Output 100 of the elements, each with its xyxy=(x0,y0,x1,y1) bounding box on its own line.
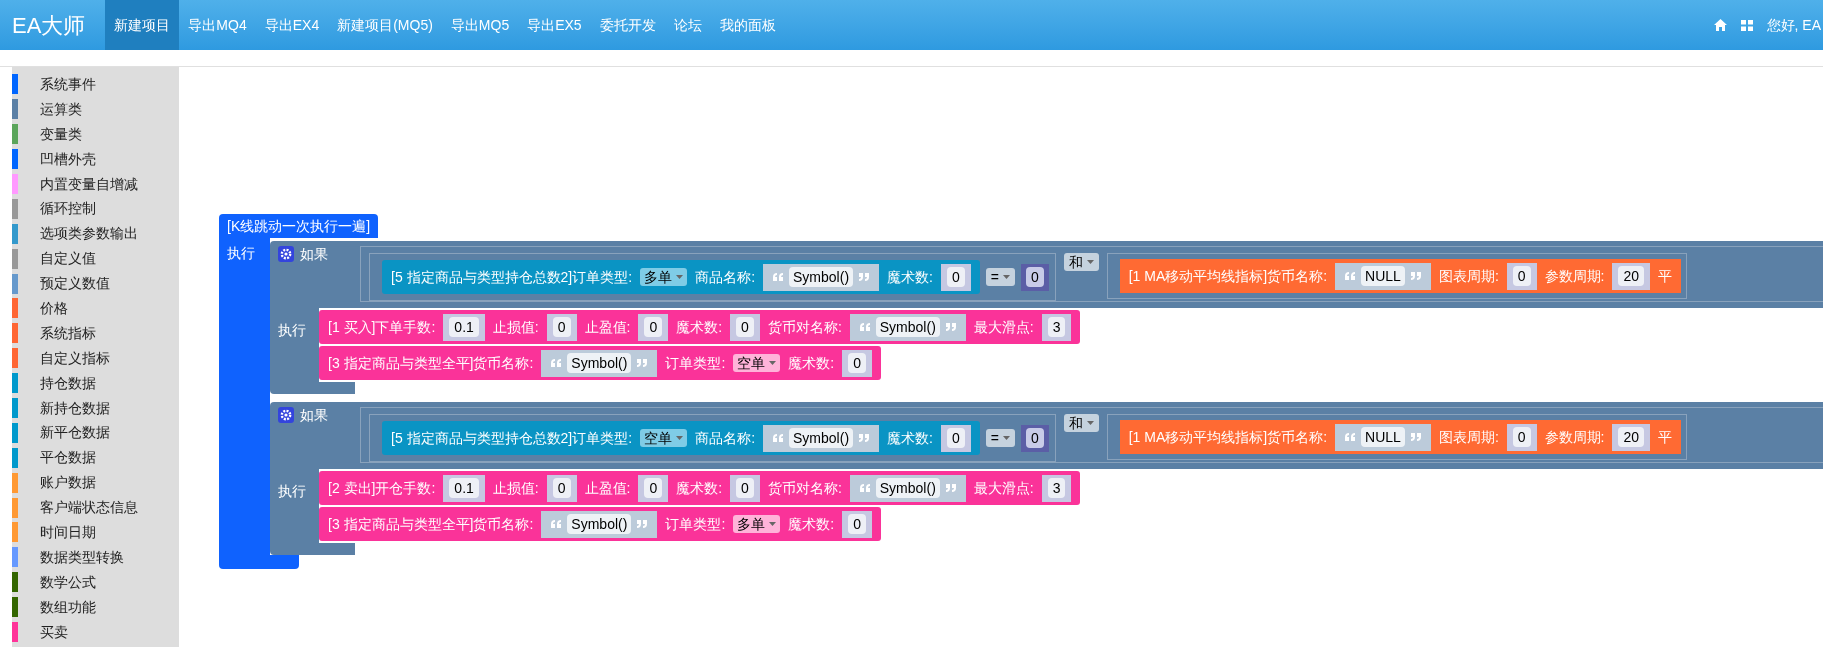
dropdown-field[interactable]: = xyxy=(985,268,1015,286)
sidebar-item[interactable]: 账户数据 xyxy=(12,470,179,496)
block-label: 货币对名称: xyxy=(767,317,842,337)
caret-icon xyxy=(676,436,684,440)
number-field[interactable]: 0.1 xyxy=(449,478,479,498)
string-field[interactable]: Symbol() xyxy=(875,478,940,498)
close-quote-icon xyxy=(637,520,648,528)
number-field[interactable]: 0 xyxy=(736,317,754,337)
number-field[interactable]: 0 xyxy=(946,267,965,287)
gear-icon[interactable] xyxy=(278,407,294,423)
block-label: 图表周期: xyxy=(1438,266,1499,286)
number-field[interactable]: 3 xyxy=(1047,478,1066,498)
dropdown-field[interactable]: 空单 xyxy=(733,354,781,372)
sidebar-item[interactable]: 运算类 xyxy=(12,96,179,122)
grid-icon[interactable] xyxy=(1740,19,1753,31)
block-label: [1 买入]下单手数: xyxy=(328,317,436,337)
number-field[interactable]: 0 xyxy=(644,478,663,498)
open-quote-icon xyxy=(1345,433,1356,441)
sidebar-item[interactable]: 数组功能 xyxy=(12,594,179,620)
block-label: 参数周期: xyxy=(1544,266,1605,286)
block-label: 商品名称: xyxy=(695,267,756,287)
block-label: 图表周期: xyxy=(1438,427,1499,447)
caret-icon xyxy=(1002,436,1010,440)
gear-icon[interactable] xyxy=(278,246,294,262)
dropdown-field[interactable]: 和 xyxy=(1063,414,1099,432)
sidebar-item[interactable]: 数学公式 xyxy=(12,569,179,595)
close-quote-icon xyxy=(945,484,956,492)
string-field[interactable]: NULL xyxy=(1361,427,1405,447)
sidebar-item[interactable]: 内置变量自增减 xyxy=(12,171,179,197)
block-label: [3 指定商品与类型全平]货币名称: xyxy=(328,514,534,534)
sidebar-item[interactable]: 买卖 xyxy=(12,619,179,645)
block-label: 参数周期: xyxy=(1544,427,1605,447)
sidebar-item[interactable]: 新平仓数据 xyxy=(12,420,179,446)
string-field[interactable]: Symbol() xyxy=(875,317,940,337)
number-field[interactable]: 0 xyxy=(1512,427,1531,447)
number-field[interactable]: 0 xyxy=(1025,428,1044,448)
block-label: 魔术数: xyxy=(788,514,835,534)
dropdown-field[interactable]: 多单 xyxy=(733,515,781,533)
number-field[interactable]: 0 xyxy=(848,353,866,373)
sidebar-item[interactable]: 预定义数值 xyxy=(12,271,179,296)
number-field[interactable]: 0 xyxy=(1512,266,1531,286)
number-field[interactable]: 0 xyxy=(848,514,866,534)
block-label: [1 MA移动平均线指标]货币名称: xyxy=(1128,266,1328,286)
number-field[interactable]: 0 xyxy=(1025,267,1044,287)
number-field[interactable]: 20 xyxy=(1618,427,1645,447)
string-field[interactable]: Symbol() xyxy=(567,514,632,534)
block-label: 魔术数: xyxy=(887,428,933,448)
number-field[interactable]: 0 xyxy=(552,478,571,498)
sidebar-item[interactable]: 持仓数据 xyxy=(12,370,179,396)
block-label: 最大滑点: xyxy=(973,317,1034,337)
sidebar-item[interactable]: 凹槽外壳 xyxy=(12,146,179,172)
open-quote-icon xyxy=(773,434,784,442)
sidebar-item[interactable]: 数据类型转换 xyxy=(12,544,179,570)
number-field[interactable]: 0 xyxy=(946,428,965,448)
sidebar-item[interactable]: 变量类 xyxy=(12,121,179,147)
block-label: 订单类型: xyxy=(665,514,726,534)
sidebar-item[interactable]: 新持仓数据 xyxy=(12,395,179,421)
caret-icon xyxy=(769,522,777,526)
block-label: [5 指定商品与类型持仓总数2]订单类型: xyxy=(391,267,633,287)
sidebar-item[interactable]: 时间日期 xyxy=(12,520,179,545)
sidebar-item[interactable]: 系统事件 xyxy=(12,72,179,97)
sidebar-item[interactable]: 自定义指标 xyxy=(12,345,179,371)
string-field[interactable]: Symbol() xyxy=(789,428,854,448)
open-quote-icon xyxy=(773,273,784,281)
sidebar-item[interactable]: 客户端状态信息 xyxy=(12,495,179,521)
number-field[interactable]: 0 xyxy=(552,317,571,337)
number-field[interactable]: 3 xyxy=(1047,317,1066,337)
open-quote-icon xyxy=(859,484,870,492)
block-label: [3 指定商品与类型全平]货币名称: xyxy=(328,353,534,373)
block-label: 执行 xyxy=(227,245,255,261)
number-field[interactable]: 0 xyxy=(736,478,754,498)
event-block-header: [K线跳动一次执行一遍] xyxy=(219,214,379,238)
sidebar-item[interactable]: 平仓数据 xyxy=(12,445,179,471)
number-field[interactable]: 0.1 xyxy=(449,317,479,337)
dropdown-field[interactable]: = xyxy=(985,429,1015,447)
block-label: [1 MA移动平均线指标]货币名称: xyxy=(1128,427,1328,447)
dropdown-field[interactable]: 空单 xyxy=(640,429,688,447)
number-field[interactable]: 0 xyxy=(644,317,663,337)
block-label: 止损值: xyxy=(492,478,539,498)
sidebar-item[interactable]: 自定义值 xyxy=(12,246,179,272)
sidebar-item[interactable]: 循环控制 xyxy=(12,196,179,222)
home-icon[interactable] xyxy=(1713,19,1727,31)
caret-icon xyxy=(1086,421,1094,425)
block-label: 订单类型: xyxy=(665,353,726,373)
number-field[interactable]: 20 xyxy=(1618,266,1645,286)
block-label: 魔术数: xyxy=(676,317,723,337)
sidebar-item[interactable]: 价格 xyxy=(12,296,179,321)
block-label: 止损值: xyxy=(492,317,539,337)
sidebar-item[interactable]: 选项类参数输出 xyxy=(12,221,179,247)
nav-tab[interactable]: 新建项目 xyxy=(105,0,180,50)
caret-icon xyxy=(1086,260,1094,264)
dropdown-field[interactable]: 多单 xyxy=(640,268,688,286)
dropdown-field[interactable]: 和 xyxy=(1063,253,1099,271)
string-field[interactable]: NULL xyxy=(1361,266,1405,286)
string-field[interactable]: Symbol() xyxy=(567,353,632,373)
block-label: 如果 xyxy=(300,246,328,262)
block-label: 止盈值: xyxy=(584,478,631,498)
sidebar-item[interactable]: 系统指标 xyxy=(12,320,179,346)
caret-icon xyxy=(1002,275,1010,279)
string-field[interactable]: Symbol() xyxy=(789,267,854,287)
